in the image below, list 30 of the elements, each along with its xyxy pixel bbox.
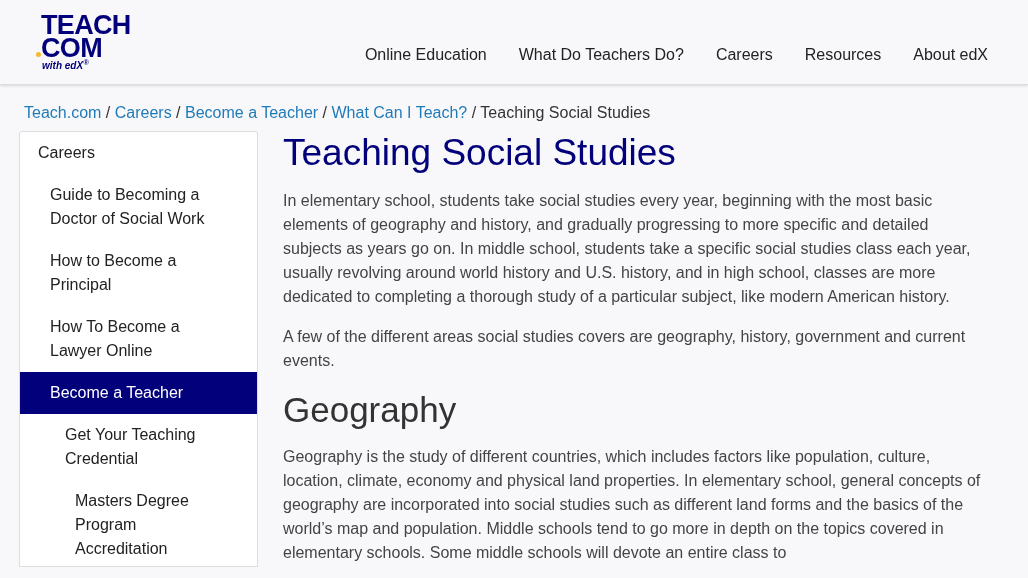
sidebar-item[interactable]: How to Become a Principal: [20, 240, 257, 306]
section-heading: Geography: [283, 389, 458, 431]
breadcrumb-link[interactable]: Careers: [114, 104, 172, 121]
sidebar-item[interactable]: Get Your Teaching Credential: [20, 414, 257, 480]
breadcrumb-current: Teaching Social Studies: [480, 104, 651, 121]
nav-link[interactable]: Careers: [715, 43, 773, 67]
breadcrumb-separator: /: [471, 104, 477, 121]
breadcrumb-link[interactable]: Teach.com: [24, 104, 102, 121]
logo-tagline: with edX$^{®}$: [41, 60, 90, 72]
nav-link[interactable]: Online Education: [364, 43, 487, 67]
breadcrumb-link[interactable]: Become a Teacher: [185, 104, 319, 121]
paragraph: Geography is the study of different countries, which includes factors like population, culture, location, climate, economy and physical land properties. In elementary school, general concepts of geography are incorporated into social studies such as different land forms and the basics of the world’s map and population. Middle schools tend to go more in depth on the topics covered in elementary schools. Some middle schools will devote an entire class to: [283, 447, 982, 563]
paragraph: A few of the different areas social studies covers are geography, history, government and current events.: [283, 327, 967, 371]
nav-link[interactable]: About edX: [913, 43, 988, 67]
breadcrumb-separator: /: [105, 104, 111, 121]
breadcrumb-link[interactable]: What Can I Teach?: [331, 104, 468, 121]
sidebar-item[interactable]: Become a Teacher: [20, 372, 257, 414]
logo[interactable]: TEACH COM with edX$^{®}$: [36, 0, 131, 84]
page-title: Teaching Social Studies: [283, 131, 677, 175]
sidebar-item[interactable]: Masters Degree Program Accreditation: [20, 480, 257, 566]
sidebar-item[interactable]: Careers: [20, 132, 257, 174]
breadcrumb-separator: /: [322, 104, 328, 121]
sidebar-item[interactable]: How To Become a Lawyer Online: [20, 306, 257, 372]
nav-link[interactable]: What Do Teachers Do?: [518, 43, 684, 67]
sidebar-item[interactable]: Guide to Becoming a Doctor of Social Work: [20, 174, 257, 240]
logo-text: COM: [41, 37, 102, 60]
breadcrumb-separator: /: [176, 104, 181, 121]
logo-text: TEACH: [40, 14, 131, 37]
paragraph: In elementary school, students take social studies every year, beginning with the most basic elements of geography and history, and gradually progressing to more specific and detailed subjects as years go on. In middle school, students take a specific social studies class each year, usually revolving around world history and U.S. history, and in high school, classes are more dedicated to completing a thorough study of a particular subject, like modern American history.: [283, 191, 972, 307]
nav-link[interactable]: Resources: [804, 43, 882, 67]
